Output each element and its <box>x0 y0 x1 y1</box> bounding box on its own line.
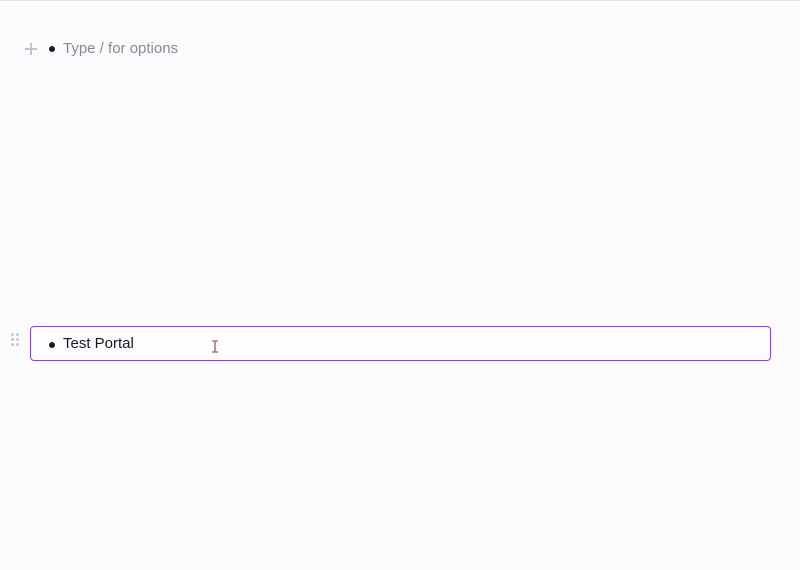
selected-list-block[interactable]: Test Portal <box>30 326 771 361</box>
plus-icon[interactable] <box>22 40 40 58</box>
top-divider <box>0 0 800 1</box>
block-placeholder[interactable]: Type / for options <box>63 40 178 58</box>
empty-list-block[interactable]: Type / for options <box>0 32 800 66</box>
bullet-icon <box>49 46 55 52</box>
bullet-icon <box>49 342 55 348</box>
block-text[interactable]: Test Portal <box>63 335 134 353</box>
drag-handle-icon[interactable] <box>11 333 21 347</box>
